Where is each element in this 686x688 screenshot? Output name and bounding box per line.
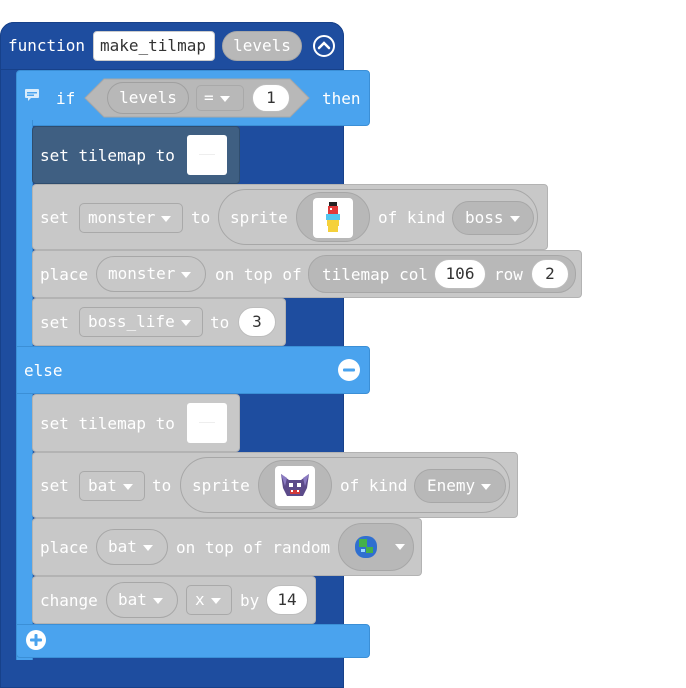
sprite-label-bat: sprite: [192, 476, 250, 495]
bat-var-dropdown[interactable]: bat: [79, 471, 145, 501]
chevron-down-icon: [161, 215, 172, 222]
function-keyword: function: [8, 36, 86, 55]
change-value-input[interactable]: 14: [266, 585, 308, 615]
minus-circle-icon[interactable]: [337, 358, 361, 382]
else-label: else: [24, 361, 63, 380]
change-var-bat-text: bat: [118, 590, 147, 609]
sprite-label-monster: sprite: [230, 208, 288, 227]
change-value-text: 14: [277, 590, 297, 609]
chevron-down-icon: [152, 597, 163, 604]
change-label: change: [40, 591, 98, 610]
bat-sprite-image[interactable]: [275, 466, 315, 506]
kind-dropdown-enemy[interactable]: Enemy: [414, 469, 506, 503]
chevron-down-icon: [122, 483, 133, 490]
chevron-down-icon: [180, 319, 191, 326]
monster-sprite-image[interactable]: [313, 198, 353, 238]
axis-text: x: [195, 590, 205, 609]
set-monster-set: set: [40, 208, 69, 227]
set-boss-life-set: set: [40, 313, 69, 332]
tilemap-col-label: tilemap col: [322, 265, 428, 284]
row-label: row: [494, 265, 523, 284]
chevron-down-icon: [481, 483, 492, 490]
of-kind-label-monster: of kind: [378, 208, 446, 227]
axis-dropdown[interactable]: x: [186, 585, 232, 615]
place-var-monster-text: monster: [108, 264, 176, 283]
function-param-text: levels: [233, 36, 291, 55]
set-tilemap-label-then: set tilemap to: [40, 146, 175, 165]
boss-life-value-input[interactable]: 3: [238, 307, 276, 337]
set-bat-set: set: [40, 476, 69, 495]
kind-dropdown-boss[interactable]: boss: [452, 201, 534, 235]
bat-var-text: bat: [88, 476, 117, 495]
chevron-down-icon: [181, 271, 192, 278]
tile-dropdown[interactable]: [338, 523, 414, 571]
row-input[interactable]: 2: [531, 259, 569, 289]
chevron-down-icon: [142, 544, 153, 551]
then-label: then: [322, 89, 361, 108]
tilemap-image-then[interactable]: [187, 135, 227, 175]
cond-right-text: 1: [266, 88, 276, 107]
plus-circle-icon[interactable]: [25, 629, 47, 651]
place-var-monster[interactable]: monster: [96, 256, 206, 292]
chevron-up-circle-icon[interactable]: [312, 34, 336, 58]
place-var-bat[interactable]: bat: [96, 529, 168, 565]
operator-text: =: [204, 88, 214, 107]
set-monster-to: to: [191, 208, 211, 227]
function-name-text: make_tilmap: [100, 36, 206, 55]
boss-life-value-text: 3: [252, 312, 262, 331]
if-label: if: [56, 89, 76, 108]
of-kind-label-bat: of kind: [340, 476, 408, 495]
comment-icon[interactable]: [24, 87, 40, 101]
kind-text-boss: boss: [465, 208, 504, 227]
on-top-of-random-label: on top of random: [176, 538, 331, 557]
place-var-bat-text: bat: [108, 537, 137, 556]
set-tilemap-label-else: set tilemap to: [40, 414, 175, 433]
chevron-down-icon: [509, 215, 520, 222]
col-input[interactable]: 106: [434, 259, 486, 289]
function-name-input[interactable]: make_tilmap: [93, 31, 215, 61]
change-var-bat[interactable]: bat: [106, 582, 178, 618]
set-bat-to: to: [152, 476, 172, 495]
set-boss-life-to: to: [210, 313, 230, 332]
chevron-down-icon: [219, 95, 230, 102]
on-top-of-label: on top of: [215, 265, 302, 284]
monster-var-dropdown[interactable]: monster: [79, 203, 183, 233]
else-row[interactable]: [16, 346, 370, 394]
col-text: 106: [445, 264, 475, 283]
function-param[interactable]: levels: [222, 31, 302, 61]
tilemap-image-else[interactable]: [187, 403, 227, 443]
place-label-monster: place: [40, 265, 89, 284]
operator-dropdown[interactable]: =: [196, 85, 244, 111]
cond-left-param[interactable]: levels: [107, 82, 189, 114]
boss-life-var-dropdown[interactable]: boss_life: [79, 307, 203, 337]
cond-right-input[interactable]: 1: [252, 84, 290, 112]
monster-var-text: monster: [88, 208, 156, 227]
place-label-bat: place: [40, 538, 89, 557]
by-label: by: [240, 591, 260, 610]
chevron-down-icon: [395, 544, 405, 550]
kind-text-enemy: Enemy: [427, 476, 476, 495]
boss-life-var-text: boss_life: [88, 312, 175, 331]
row-text: 2: [545, 264, 555, 283]
chevron-down-icon: [210, 597, 221, 604]
if-block-footer[interactable]: [16, 624, 370, 658]
cond-left-text: levels: [119, 88, 177, 107]
